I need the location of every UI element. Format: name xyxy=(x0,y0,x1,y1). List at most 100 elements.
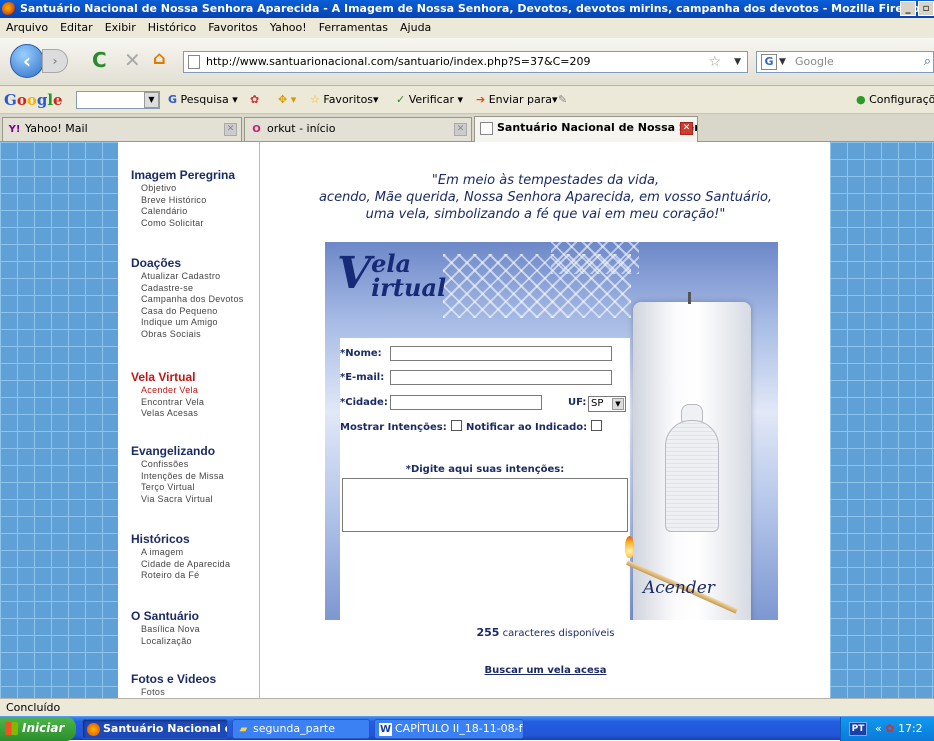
sidebar-heading[interactable]: Imagem Peregrina xyxy=(131,168,261,182)
sidebar-item-breve-historico[interactable]: Breve Histórico xyxy=(131,195,261,207)
favoritos-button[interactable]: ☆ Favoritos▾ xyxy=(310,86,379,114)
tab-santuario[interactable]: Santuário Nacional de Nossa Sen... ✕ xyxy=(474,116,698,142)
sidebar-item-cadastre-se[interactable]: Cadastre-se xyxy=(131,283,261,295)
menu-favoritos[interactable]: Favoritos xyxy=(208,21,258,34)
url-text: http://www.santuarionacional.com/santuar… xyxy=(206,55,591,68)
sidebar-item-calendario[interactable]: Calendário xyxy=(131,206,261,218)
sidebar-item-obras-sociais[interactable]: Obras Sociais xyxy=(131,329,261,341)
sidebar-item-localizacao[interactable]: Localização xyxy=(131,636,261,648)
sidebar-item-como-solicitar[interactable]: Como Solicitar xyxy=(131,218,261,230)
chevron-down-icon[interactable]: ▼ xyxy=(734,52,741,72)
search-input[interactable]: G ▼ Google ⌕ xyxy=(756,51,934,73)
task-word[interactable]: W CAPÍTULO II_18-11-08-f... xyxy=(374,719,524,739)
close-icon[interactable]: ✕ xyxy=(454,123,467,136)
close-icon[interactable]: ✕ xyxy=(224,123,237,136)
sidebar-item-via-sacra-virtual[interactable]: Via Sacra Virtual xyxy=(131,494,261,506)
tab-bar: Y! Yahoo! Mail ✕ O orkut - início ✕ Sant… xyxy=(0,114,934,142)
uf-label: UF: xyxy=(568,397,587,408)
verificar-button[interactable]: ✓ Verificar ▾ xyxy=(396,86,463,114)
sidebar-item-campanha-dos-devotos[interactable]: Campanha dos Devotos xyxy=(131,294,261,306)
page-viewport: Imagem Peregrina Objetivo Breve Históric… xyxy=(0,142,934,698)
mostrar-intencoes-checkbox[interactable] xyxy=(450,420,462,431)
maximize-button[interactable]: ▫ xyxy=(918,1,934,16)
close-icon[interactable]: ✕ xyxy=(680,122,693,135)
sidebar-section-doacoes: Doações Atualizar Cadastro Cadastre-se C… xyxy=(131,256,261,340)
sidebar-item-encontrar-vela[interactable]: Encontrar Vela xyxy=(131,397,261,409)
task-folder[interactable]: ▰ segunda_parte xyxy=(232,719,370,739)
sidebar-item-casa-do-pequeno[interactable]: Casa do Pequeno xyxy=(131,306,261,318)
background-grid-right xyxy=(830,142,934,698)
buscar-vela-link[interactable]: Buscar um vela acesa xyxy=(261,665,830,676)
sidebar-item-intencoes-de-missa[interactable]: Intenções de Missa xyxy=(131,471,261,483)
menu-yahoo[interactable]: Yahoo! xyxy=(270,21,307,34)
intencoes-textarea[interactable] xyxy=(342,478,628,532)
menu-arquivo[interactable]: Arquivo xyxy=(6,21,48,34)
menu-historico[interactable]: Histórico xyxy=(148,21,196,34)
chars-available: 255 caracteres disponíveis xyxy=(476,626,615,639)
sidebar-item-atualizar-cadastro[interactable]: Atualizar Cadastro xyxy=(131,271,261,283)
nome-field[interactable] xyxy=(390,346,612,361)
sidebar-item-objetivo[interactable]: Objetivo xyxy=(131,183,261,195)
cidade-field[interactable] xyxy=(390,395,542,410)
sidebar-heading[interactable]: O Santuário xyxy=(131,609,261,623)
sidebar-item-indique-um-amigo[interactable]: Indique um Amigo xyxy=(131,317,261,329)
pesquisa-button[interactable]: G Pesquisa ▾ xyxy=(168,86,238,114)
sidebar: Imagem Peregrina Objetivo Breve Históric… xyxy=(118,142,260,698)
forward-button[interactable]: › xyxy=(42,49,68,73)
menu-ferramentas[interactable]: Ferramentas xyxy=(319,21,388,34)
tray-expand-icon[interactable]: « xyxy=(875,722,882,735)
pagerank-icon: ✿ xyxy=(250,93,260,106)
email-field[interactable] xyxy=(390,370,612,385)
sidebar-section-fotos-e-videos: Fotos e Videos Fotos xyxy=(131,672,261,698)
sidebar-item-basilica-nova[interactable]: Basílica Nova xyxy=(131,624,261,636)
puzzle-icon[interactable]: ✥ ▾ xyxy=(278,86,296,114)
uf-select[interactable]: SP ▼ xyxy=(588,396,626,412)
chevron-down-icon[interactable]: ▼ xyxy=(779,52,786,72)
cidade-label: *Cidade: xyxy=(340,397,388,408)
sidebar-heading[interactable]: Fotos e Videos xyxy=(131,672,261,686)
firefox-icon xyxy=(87,723,100,736)
search-icon[interactable]: ⌕ xyxy=(924,52,931,72)
notificar-checkbox[interactable] xyxy=(591,420,603,431)
start-button[interactable]: Iniciar xyxy=(0,717,76,741)
network-icon[interactable]: ✿ xyxy=(885,722,894,735)
chevron-down-icon[interactable]: ▼ xyxy=(144,92,159,108)
sidebar-item-a-imagem[interactable]: A imagem xyxy=(131,547,261,559)
sidebar-item-acender-vela[interactable]: Acender Vela xyxy=(131,385,261,397)
google-logo[interactable]: Google xyxy=(4,86,63,114)
task-firefox[interactable]: Santuário Nacional de... xyxy=(82,719,228,739)
sidebar-heading[interactable]: Históricos xyxy=(131,532,261,546)
sidebar-item-roteiro-da-fe[interactable]: Roteiro da Fé xyxy=(131,570,261,582)
sidebar-item-terco-virtual[interactable]: Terço Virtual xyxy=(131,482,261,494)
sidebar-heading[interactable]: Vela Virtual xyxy=(131,370,261,384)
stop-icon[interactable]: ✕ xyxy=(124,50,141,70)
highlighter-icon[interactable]: ✎ xyxy=(558,86,567,114)
sidebar-item-fotos[interactable]: Fotos xyxy=(131,687,261,698)
back-button[interactable]: ‹ xyxy=(10,44,44,78)
sidebar-item-velas-acesas[interactable]: Velas Acesas xyxy=(131,408,261,420)
menu-exibir[interactable]: Exibir xyxy=(105,21,136,34)
google-g-icon: G xyxy=(168,93,178,106)
minimize-button[interactable]: _ xyxy=(900,1,916,16)
home-icon[interactable]: ⌂ xyxy=(153,49,166,69)
acender-button[interactable]: Acender xyxy=(643,578,715,598)
sidebar-item-confissoes[interactable]: Confissões xyxy=(131,459,261,471)
url-bar[interactable]: http://www.santuarionacional.com/santuar… xyxy=(183,51,748,73)
tab-yahoo-mail[interactable]: Y! Yahoo! Mail ✕ xyxy=(2,117,242,141)
mostrar-intencoes-label: Mostrar Intenções: xyxy=(340,420,462,433)
send-arrow-icon: ➔ xyxy=(476,93,486,106)
configuracoes-button[interactable]: ● Configurações xyxy=(856,86,934,114)
menu-ajuda[interactable]: Ajuda xyxy=(400,21,431,34)
sidebar-heading[interactable]: Evangelizando xyxy=(131,444,261,458)
bookmark-star-icon[interactable]: ☆ xyxy=(708,52,721,72)
sidebar-item-cidade-de-aparecida[interactable]: Cidade de Aparecida xyxy=(131,559,261,571)
language-indicator[interactable]: PT xyxy=(849,722,867,736)
google-search-icon[interactable]: G xyxy=(761,54,777,70)
search-placeholder: Google xyxy=(795,55,834,68)
enviar-button[interactable]: ➔ Enviar para▾ xyxy=(476,86,557,114)
tab-orkut[interactable]: O orkut - início ✕ xyxy=(244,117,472,141)
reload-icon[interactable]: C xyxy=(92,50,107,70)
sidebar-heading[interactable]: Doações xyxy=(131,256,261,270)
page-icon xyxy=(188,55,200,69)
menu-editar[interactable]: Editar xyxy=(60,21,93,34)
